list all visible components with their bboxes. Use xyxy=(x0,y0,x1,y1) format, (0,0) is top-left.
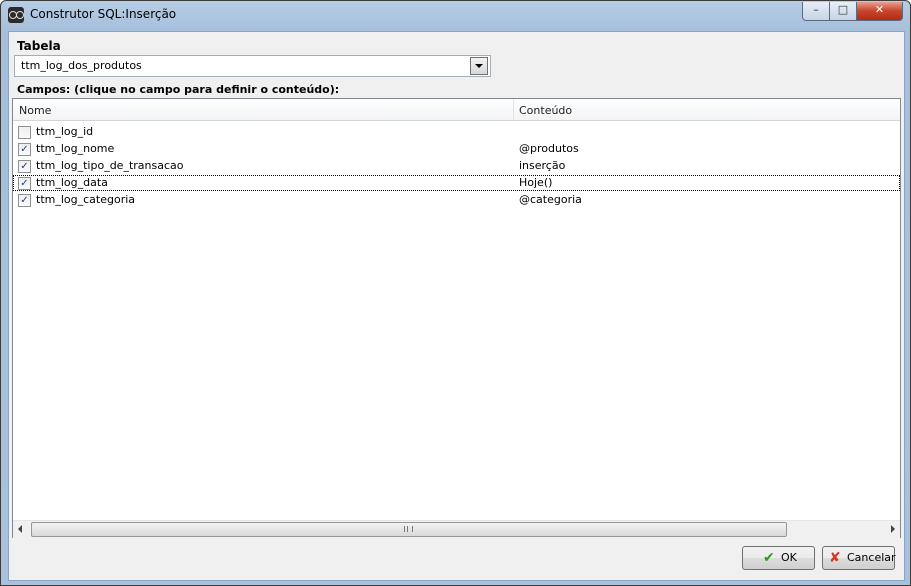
ok-button[interactable]: ✔ OK xyxy=(742,546,815,570)
column-header-name[interactable]: Nome xyxy=(19,104,51,117)
field-name: ttm_log_nome xyxy=(36,142,115,155)
field-row[interactable]: ✓ ttm_log_nome @produtos xyxy=(13,141,900,157)
column-header-content[interactable]: Conteúdo xyxy=(519,104,572,117)
sql-builder-icon xyxy=(8,7,24,23)
field-checkbox[interactable] xyxy=(18,126,31,139)
table-label: Tabela xyxy=(17,39,61,53)
field-checkbox[interactable]: ✓ xyxy=(18,194,31,207)
field-name: ttm_log_id xyxy=(36,125,94,138)
minimize-button[interactable]: – xyxy=(802,2,830,21)
checkmark-icon: ✔ xyxy=(763,550,775,566)
field-content[interactable]: @categoria xyxy=(519,193,582,206)
dialog-body: Tabela ttm_log_dos_produtos Campos: (cli… xyxy=(8,31,905,581)
cancel-button-label: Cancelar xyxy=(847,551,896,564)
field-row[interactable]: ttm_log_id xyxy=(13,124,900,140)
field-content[interactable]: Hoje() xyxy=(519,176,552,189)
fields-label: Campos: (clique no campo para definir o … xyxy=(17,83,340,96)
chevron-down-icon[interactable] xyxy=(470,57,488,75)
field-content[interactable]: @produtos xyxy=(519,142,579,155)
close-button[interactable]: ✕ xyxy=(856,2,903,21)
field-name: ttm_log_tipo_de_transacao xyxy=(36,159,184,172)
cancel-button[interactable]: ✘ Cancelar xyxy=(822,546,896,570)
field-checkbox[interactable]: ✓ xyxy=(18,177,31,190)
fields-grid: Nome Conteúdo ttm_log_id ✓ ttm_log_nome … xyxy=(12,98,901,538)
scrollbar-thumb[interactable] xyxy=(31,522,787,537)
scroll-left-icon[interactable] xyxy=(18,525,22,533)
table-select-value: ttm_log_dos_produtos xyxy=(21,59,142,72)
field-row[interactable]: ✓ ttm_log_categoria @categoria xyxy=(13,192,900,208)
window-title: Construtor SQL:Inserção xyxy=(30,7,177,21)
table-select[interactable]: ttm_log_dos_produtos xyxy=(14,55,491,77)
grid-header: Nome Conteúdo xyxy=(13,99,900,121)
horizontal-scrollbar[interactable] xyxy=(13,520,900,538)
maximize-button[interactable]: □ xyxy=(829,2,857,21)
scroll-right-icon[interactable] xyxy=(891,525,895,533)
column-divider[interactable] xyxy=(513,99,514,120)
field-name: ttm_log_categoria xyxy=(36,193,136,206)
field-checkbox[interactable]: ✓ xyxy=(18,143,31,156)
title-bar[interactable]: Construtor SQL:Inserção – □ ✕ xyxy=(1,1,910,30)
x-icon: ✘ xyxy=(829,550,841,566)
field-row[interactable]: ✓ ttm_log_tipo_de_transacao inserção xyxy=(13,158,900,174)
dialog-window: Construtor SQL:Inserção – □ ✕ Tabela ttm… xyxy=(0,0,911,586)
grip-icon xyxy=(404,526,413,532)
ok-button-label: OK xyxy=(781,551,797,564)
field-row-focused[interactable]: ✓ ttm_log_data Hoje() xyxy=(13,175,900,191)
field-content[interactable]: inserção xyxy=(519,159,565,172)
field-checkbox[interactable]: ✓ xyxy=(18,160,31,173)
field-name: ttm_log_data xyxy=(36,176,108,189)
